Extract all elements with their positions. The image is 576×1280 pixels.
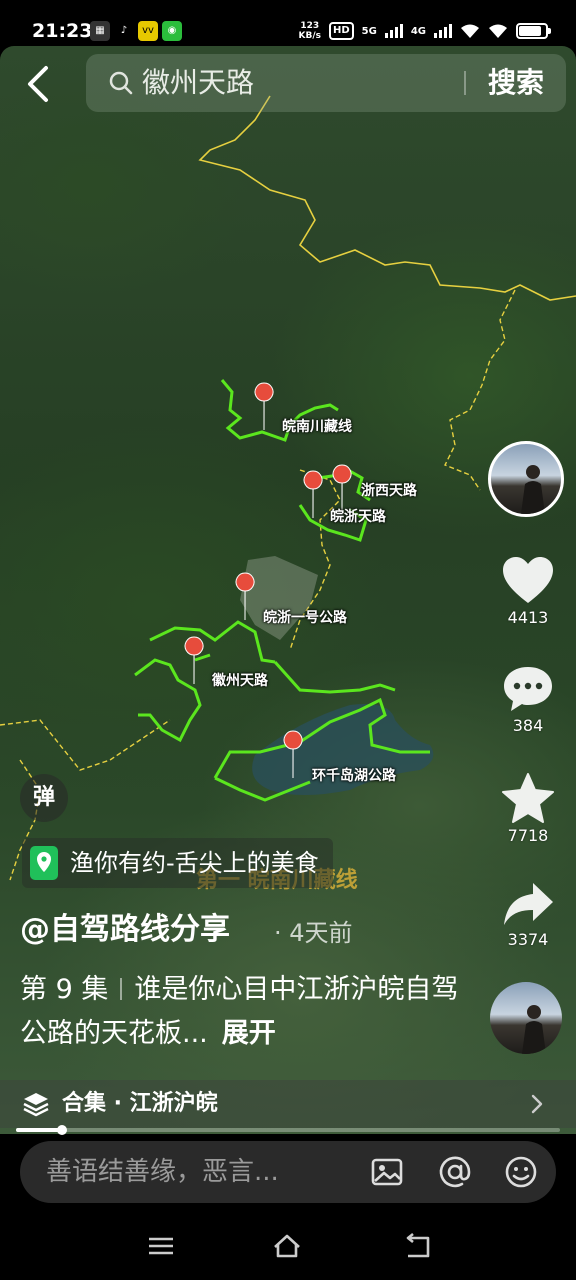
network-speed: 123 KB/s xyxy=(299,21,321,41)
share-button[interactable]: 3374 xyxy=(496,880,560,950)
video-progress-fill xyxy=(16,1128,63,1132)
signal-bars-icon xyxy=(384,24,403,38)
system-nav-bar xyxy=(0,1210,576,1280)
share-count: 3374 xyxy=(507,930,549,949)
chevron-right-icon xyxy=(531,1094,543,1114)
search-button[interactable]: 搜索 xyxy=(478,66,554,100)
status-time: 21:23 xyxy=(32,20,93,42)
like-button[interactable]: 4413 xyxy=(496,556,560,628)
comment-button[interactable]: 384 xyxy=(496,664,560,736)
network-speed-unit: KB/s xyxy=(298,31,321,41)
expand-button[interactable]: 展开 xyxy=(222,1018,276,1049)
tiktok-notification-icon: ♪ xyxy=(120,25,128,36)
like-count: 4413 xyxy=(507,608,549,627)
back-nav-icon[interactable] xyxy=(402,1232,432,1260)
home-icon[interactable] xyxy=(272,1232,302,1260)
province-border-4 xyxy=(0,719,171,771)
battery-icon xyxy=(516,23,551,39)
comment-bubble-icon xyxy=(504,667,552,711)
emoji-icon[interactable] xyxy=(504,1155,538,1189)
route-wanzhe-1 xyxy=(149,620,276,664)
music-disc-figure xyxy=(522,1005,546,1054)
collection-bar[interactable]: 合集 · 江浙沪皖 xyxy=(0,1080,576,1128)
wifi-icon xyxy=(461,24,479,38)
video-progress-bar[interactable] xyxy=(16,1125,560,1135)
menu-icon[interactable] xyxy=(146,1232,176,1260)
map-label: 皖浙天路 xyxy=(330,509,386,525)
avatar-figure xyxy=(521,465,545,514)
hd-badge: HD xyxy=(328,22,354,40)
signal-bars-icon-2 xyxy=(434,24,452,38)
favorite-button[interactable]: 7718 xyxy=(496,772,560,846)
route-huizhou-link xyxy=(273,661,396,694)
danmaku-toggle-button[interactable]: 弹 xyxy=(20,774,68,822)
episode-label: 第 9 集 xyxy=(20,974,109,1005)
at-icon[interactable] xyxy=(438,1155,472,1189)
signal-5g-label: 5G xyxy=(361,25,377,37)
province-border xyxy=(198,95,576,301)
image-icon[interactable] xyxy=(370,1155,404,1189)
search-input[interactable]: 徽州天路 xyxy=(142,66,254,100)
wifi-icon-2 xyxy=(489,24,507,38)
status-right-cluster: 123 KB/s HD 5G 4G xyxy=(299,18,551,44)
comment-count: 384 xyxy=(512,716,544,735)
signal-4g-label: 4G xyxy=(410,25,426,37)
location-tag-label: 渔你有约-舌尖上的美食 xyxy=(70,849,319,877)
notification-icon-3: vv xyxy=(138,21,158,41)
wechat-notification-icon: ◉ xyxy=(162,21,182,41)
map-label: 皖浙一号公路 xyxy=(263,610,347,626)
star-icon xyxy=(502,773,554,823)
route-huizhou-tianlu xyxy=(134,653,211,743)
comment-input[interactable]: 善语结善缘，恶言... xyxy=(46,1155,279,1189)
status-bar: 21:23 ▦ ♪ vv ◉ 123 KB/s HD 5G 4G xyxy=(0,0,576,46)
collection-label: 合集 · 江浙沪皖 xyxy=(62,1091,218,1116)
location-tag[interactable]: 渔你有约-舌尖上的美食 xyxy=(22,838,333,888)
map-label: 徽州天路 xyxy=(212,673,268,689)
location-pin-icon xyxy=(30,846,58,880)
search-bar[interactable]: 徽州天路 搜索 xyxy=(86,54,566,112)
map-label: 环千岛湖公路 xyxy=(312,768,396,784)
layers-icon xyxy=(23,1093,49,1117)
map-label: 浙西天路 xyxy=(361,483,417,499)
post-time: · 4天前 xyxy=(274,919,353,947)
heart-icon xyxy=(503,557,553,603)
back-arrow-icon xyxy=(28,66,48,102)
author-name[interactable]: @自驾路线分享 xyxy=(20,910,230,950)
comment-input-bar[interactable]: 善语结善缘，恶言... xyxy=(20,1141,556,1203)
back-button[interactable] xyxy=(22,62,58,106)
notification-icon-1: ▦ xyxy=(90,21,110,41)
favorite-count: 7718 xyxy=(507,826,549,845)
music-disc[interactable] xyxy=(490,982,562,1054)
highlight-patch xyxy=(240,556,318,640)
episode-separator xyxy=(120,978,123,1000)
share-arrow-icon xyxy=(504,883,553,925)
author-avatar[interactable] xyxy=(488,441,564,517)
network-speed-value: 123 xyxy=(300,21,320,31)
video-description[interactable]: 第 9 集谁是你心目中江浙沪皖自驾公路的天花板... 展开 xyxy=(20,968,460,1056)
search-divider xyxy=(464,71,466,95)
map-label: 皖南川藏线 xyxy=(282,419,352,435)
search-icon xyxy=(109,71,133,95)
